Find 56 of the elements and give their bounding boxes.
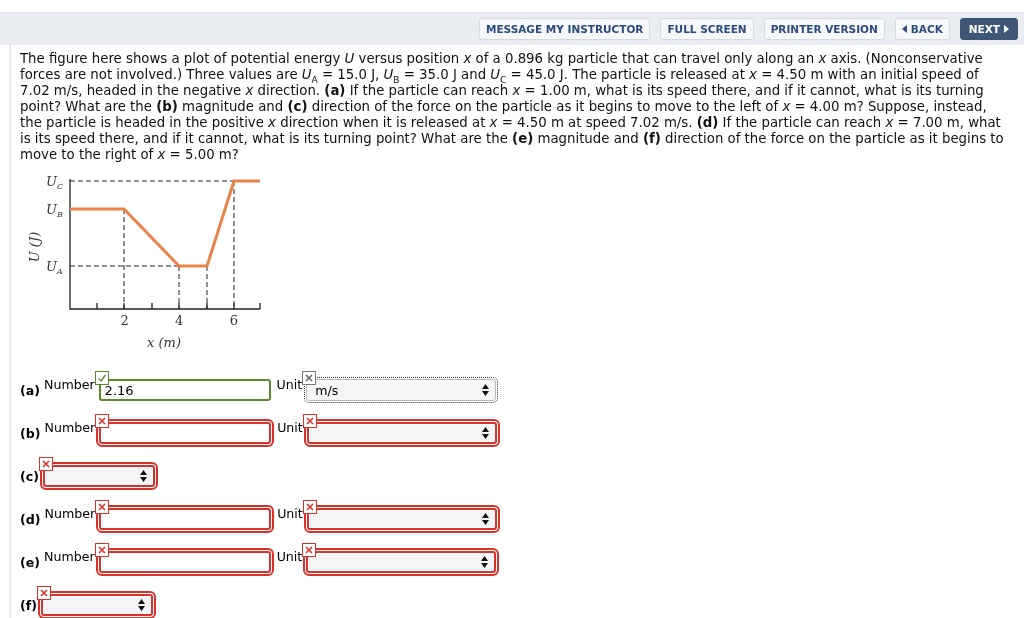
direction-dropdown[interactable]: [43, 465, 155, 487]
next-button[interactable]: NEXT: [959, 18, 1018, 40]
cross-icon: [94, 543, 109, 557]
field-label: Number: [44, 420, 96, 435]
caret-icon: [901, 25, 907, 33]
unit-dropdown[interactable]: [306, 551, 497, 573]
toolbar-button[interactable]: MESSAGE MY INSTRUCTOR: [478, 18, 651, 40]
axis-label: U$_{A}$: [46, 259, 63, 276]
back-button[interactable]: BACK: [894, 18, 950, 40]
field-label: Unit: [276, 549, 303, 564]
tick-label: 4: [175, 313, 184, 328]
cross-icon: [302, 371, 317, 385]
cross-icon: [302, 543, 317, 557]
number-field[interactable]: [98, 551, 271, 573]
caret-icon: [1004, 25, 1009, 33]
tick-label: 6: [229, 313, 238, 328]
cross-icon: [95, 414, 110, 428]
axis-label: U$_{C}$: [46, 174, 64, 191]
field-label: Number: [44, 549, 95, 564]
unit-dropdown[interactable]: m/s: [306, 379, 497, 401]
unit-dropdown[interactable]: [306, 508, 497, 530]
number-field[interactable]: 2.16: [98, 379, 271, 401]
field-label: Unit: [277, 506, 303, 521]
field-label: Unit: [276, 377, 303, 392]
cross-icon: [302, 414, 317, 428]
question-text: The figure here shows a plot of potential energy U versus position x of a 0.896 kg particle that can travel only along an x axis. (Nonconservative forces are not involved.) Three values are U$_{A}$ = 15.0 J, U$_{B}$ = 35.0 J and U$_{C}$ = 45.0 J. The particle is released at x = 4.50 m with an initial speed of 7.02 m/s, headed in the negative x direction. (a) If the particle can reach x = 1.00 m, what is its speed there, and if it cannot, what is its turning point? What are the (b) magnitude and (c) direction of the force on the particle as it begins to move to the left of x = 4.00 m? Suppose, instead, the particle is headed in the positive x direction when it is released at x = 4.50 m at speed 7.02 m/s. (d) If the particle can reach x = 7.00 m, what is its speed there, and if it cannot, what is its turning point? What are the (e) magnitude and (f) direction of the force on the particle as it begins to move to the right of x = 5.00 m?: [20, 51, 1005, 163]
direction-dropdown[interactable]: [41, 594, 153, 616]
updown-arrows-icon: [140, 470, 147, 482]
number-field[interactable]: [99, 422, 272, 444]
part-label: (c): [20, 468, 39, 484]
field-label: Number: [44, 377, 95, 392]
field-label: Number: [44, 506, 96, 521]
axis-title: U (J): [27, 231, 42, 263]
part-label: (d): [20, 511, 41, 527]
cross-icon: [39, 457, 53, 471]
cross-icon: [37, 586, 51, 600]
toolbar-button[interactable]: PRINTER VERSION: [763, 18, 885, 40]
unit-dropdown[interactable]: [306, 422, 497, 444]
cross-icon: [302, 500, 317, 514]
updown-arrows-icon: [481, 556, 489, 568]
check-icon: [94, 371, 109, 385]
axis-label: U$_{B}$: [46, 202, 63, 219]
updown-arrows-icon: [138, 599, 145, 611]
part-label: (a): [20, 382, 40, 398]
number-field[interactable]: [99, 508, 272, 530]
part-label: (b): [20, 425, 41, 441]
updown-arrows-icon: [481, 427, 489, 439]
part-label: (f): [20, 597, 37, 613]
field-label: Unit: [277, 420, 303, 435]
cross-icon: [95, 500, 110, 514]
part-label: (e): [20, 554, 41, 570]
axis-title: x (m): [147, 335, 181, 350]
toolbar-button[interactable]: FULL SCREEN: [660, 18, 754, 40]
updown-arrows-icon: [481, 513, 489, 525]
updown-arrows-icon: [482, 384, 490, 396]
tick-label: 2: [120, 313, 129, 328]
